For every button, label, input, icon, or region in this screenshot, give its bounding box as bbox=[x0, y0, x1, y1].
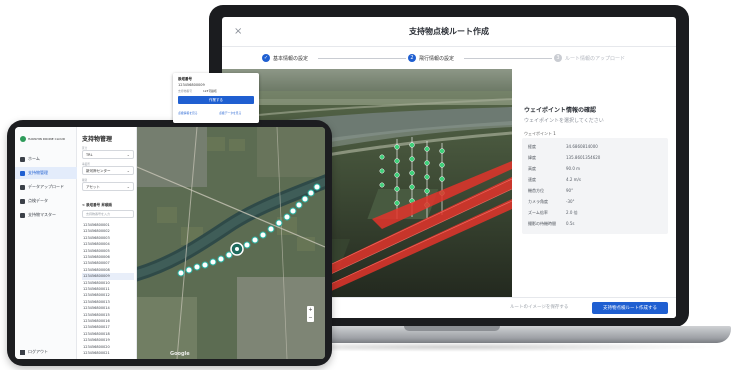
detail-value: 2.0 倍 bbox=[566, 210, 578, 215]
detail-row: 機首方位 90° bbox=[528, 188, 664, 195]
filter-select-category[interactable]: TRL ⌄ bbox=[82, 150, 134, 159]
panel-subtitle: ウェイポイントを選択してください bbox=[524, 118, 604, 124]
master-icon bbox=[20, 212, 25, 218]
save-route-image-link[interactable]: ルートのイメージを保存する bbox=[510, 304, 568, 310]
map-view[interactable] bbox=[137, 127, 325, 359]
logout-icon bbox=[20, 349, 25, 355]
brand: HANSHIN DRONE CLOUD bbox=[20, 136, 65, 142]
step-connector bbox=[318, 58, 406, 59]
panel-title: ウェイポイント情報の確認 bbox=[524, 107, 597, 114]
detail-key: 速度 bbox=[528, 177, 536, 182]
waypoint-details: 経度 34.6860814000 緯度 135.8601354620 高度 90.0 … bbox=[522, 138, 668, 234]
detail-row: 高度 90.0 m bbox=[528, 166, 664, 173]
create-route-button[interactable]: 支持物点検ルート作成する bbox=[592, 302, 668, 314]
sidebar-item-label: ホーム bbox=[28, 156, 40, 161]
sidebar-item-label: 支持物マスター bbox=[28, 212, 56, 217]
detail-key: カメラ角度 bbox=[528, 199, 548, 204]
detail-value: -30° bbox=[566, 199, 575, 204]
sidebar-item-inspection-data[interactable]: 点検データ bbox=[15, 195, 77, 207]
check-icon: ✓ bbox=[262, 54, 270, 62]
detail-row: 速度 4.2 m/s bbox=[528, 177, 664, 184]
step-label: 飛行情報の設定 bbox=[419, 55, 455, 62]
step-label: ルート情報のアップロード bbox=[565, 55, 626, 62]
detail-row: 緯度 135.8601354620 bbox=[528, 155, 664, 162]
filter-value: アセット bbox=[86, 185, 100, 189]
filter-select-office[interactable]: 新河岸センター ⌄ bbox=[82, 166, 134, 175]
popup-key: 支持物番号 bbox=[178, 89, 192, 93]
detail-key: 高度 bbox=[528, 166, 536, 171]
detail-value: 0.5s bbox=[566, 221, 575, 226]
detail-key: 機首方位 bbox=[528, 188, 544, 193]
detail-key: 経度 bbox=[528, 144, 536, 149]
tablet-screen: HANSHIN DRONE CLOUD ホーム 支持物管理 データアップロード … bbox=[15, 127, 325, 359]
popup-value: 123号鉄塔 bbox=[203, 89, 217, 93]
zoom-in-button[interactable]: + bbox=[307, 306, 314, 314]
sidebar-item-label: データアップロード bbox=[28, 184, 64, 189]
sidebar: HANSHIN DRONE CLOUD ホーム 支持物管理 データアップロード … bbox=[15, 127, 77, 359]
tower-popup: 鉄塔番号 123456800009 支持物番号 123号鉄塔 作業する 点検情報… bbox=[173, 73, 259, 123]
devices-mockup: × 支持物点検ルート作成 ✓ 基本情報の設定 2 飛行情報の設定 3 ルート情報… bbox=[0, 0, 731, 370]
waypoint-tag: ウェイポイント 1 bbox=[524, 131, 556, 136]
search-input[interactable]: 支持物番号を入力 bbox=[82, 210, 134, 218]
tower-icon bbox=[20, 170, 25, 176]
dialog-title: 支持物点検ルート作成 bbox=[409, 27, 489, 36]
laptop-notch bbox=[404, 326, 500, 331]
data-icon bbox=[20, 198, 25, 204]
sidebar-item-support-management[interactable]: 支持物管理 bbox=[15, 167, 77, 179]
step-basic-info[interactable]: ✓ 基本情報の設定 bbox=[262, 54, 308, 62]
detail-key: ズーム倍率 bbox=[528, 210, 548, 215]
route-dialog-header: × 支持物点検ルート作成 bbox=[222, 17, 676, 47]
view-inspection-data-link[interactable]: 点検データを見る bbox=[219, 111, 241, 115]
brand-name: HANSHIN DRONE CLOUD bbox=[28, 137, 66, 141]
detail-key: 撮影の待機時間 bbox=[528, 221, 556, 226]
zoom-control[interactable]: + − bbox=[307, 306, 314, 322]
support-list-column: 支持物管理 区分 TRL ⌄ 事業所 新河岸センター ⌄ 種別 アセット ⌄ < 鉄塔… bbox=[77, 127, 137, 359]
filter-value: 新河岸センター bbox=[86, 169, 111, 173]
logout-label: ログアウト bbox=[28, 349, 48, 354]
popup-id: 123456800009 bbox=[178, 83, 205, 87]
chevron-down-icon: ⌄ bbox=[126, 168, 130, 173]
stepper: ✓ 基本情報の設定 2 飛行情報の設定 3 ルート情報のアップロード bbox=[222, 47, 676, 69]
detail-value: 34.6860814000 bbox=[566, 144, 598, 149]
view-inspection-info-link[interactable]: 点検情報を見る bbox=[178, 111, 198, 115]
home-icon bbox=[20, 156, 25, 162]
filter-value: TRL bbox=[86, 153, 93, 157]
detail-row: 撮影の待機時間 0.5s bbox=[528, 221, 664, 228]
page-title: 支持物管理 bbox=[82, 136, 113, 143]
chevron-down-icon: ⌄ bbox=[126, 152, 130, 157]
step-number: 2 bbox=[408, 54, 416, 62]
popup-title: 鉄塔番号 bbox=[178, 77, 192, 81]
sidebar-item-label: 支持物管理 bbox=[28, 170, 48, 175]
step-number: 3 bbox=[554, 54, 562, 62]
brand-logo-icon bbox=[20, 136, 26, 142]
logout-button[interactable]: ログアウト bbox=[20, 349, 48, 355]
sidebar-item-data-upload[interactable]: データアップロード bbox=[15, 181, 77, 193]
detail-key: 緯度 bbox=[528, 155, 536, 160]
upload-icon bbox=[20, 184, 25, 190]
list-sort-header[interactable]: < 鉄塔番号 昇順順 bbox=[82, 203, 112, 208]
zoom-out-button[interactable]: − bbox=[307, 314, 314, 322]
detail-value: 90° bbox=[566, 188, 574, 193]
detail-row: 経度 34.6860814000 bbox=[528, 144, 664, 151]
step-label: 基本情報の設定 bbox=[273, 55, 309, 62]
satellite-map bbox=[137, 127, 325, 359]
list-item[interactable]: 123456800021 bbox=[82, 350, 134, 357]
waypoint-info-panel: ウェイポイント情報の確認 ウェイポイントを選択してください ウェイポイント 1 … bbox=[512, 69, 676, 297]
chevron-down-icon: ⌄ bbox=[126, 184, 130, 189]
work-button[interactable]: 作業する bbox=[178, 96, 254, 104]
sidebar-item-support-master[interactable]: 支持物マスター bbox=[15, 209, 77, 221]
step-connector bbox=[464, 58, 552, 59]
detail-row: ズーム倍率 2.0 倍 bbox=[528, 210, 664, 217]
step-upload[interactable]: 3 ルート情報のアップロード bbox=[554, 54, 625, 62]
detail-value: 90.0 m bbox=[566, 166, 581, 171]
detail-row: カメラ角度 -30° bbox=[528, 199, 664, 206]
detail-value: 135.8601354620 bbox=[566, 155, 601, 160]
detail-value: 4.2 m/s bbox=[566, 177, 581, 182]
map-watermark: Google bbox=[170, 351, 190, 357]
sidebar-item-label: 点検データ bbox=[28, 198, 48, 203]
step-flight-info[interactable]: 2 飛行情報の設定 bbox=[408, 54, 454, 62]
filter-select-type[interactable]: アセット ⌄ bbox=[82, 182, 134, 191]
sidebar-item-home[interactable]: ホーム bbox=[15, 153, 77, 165]
